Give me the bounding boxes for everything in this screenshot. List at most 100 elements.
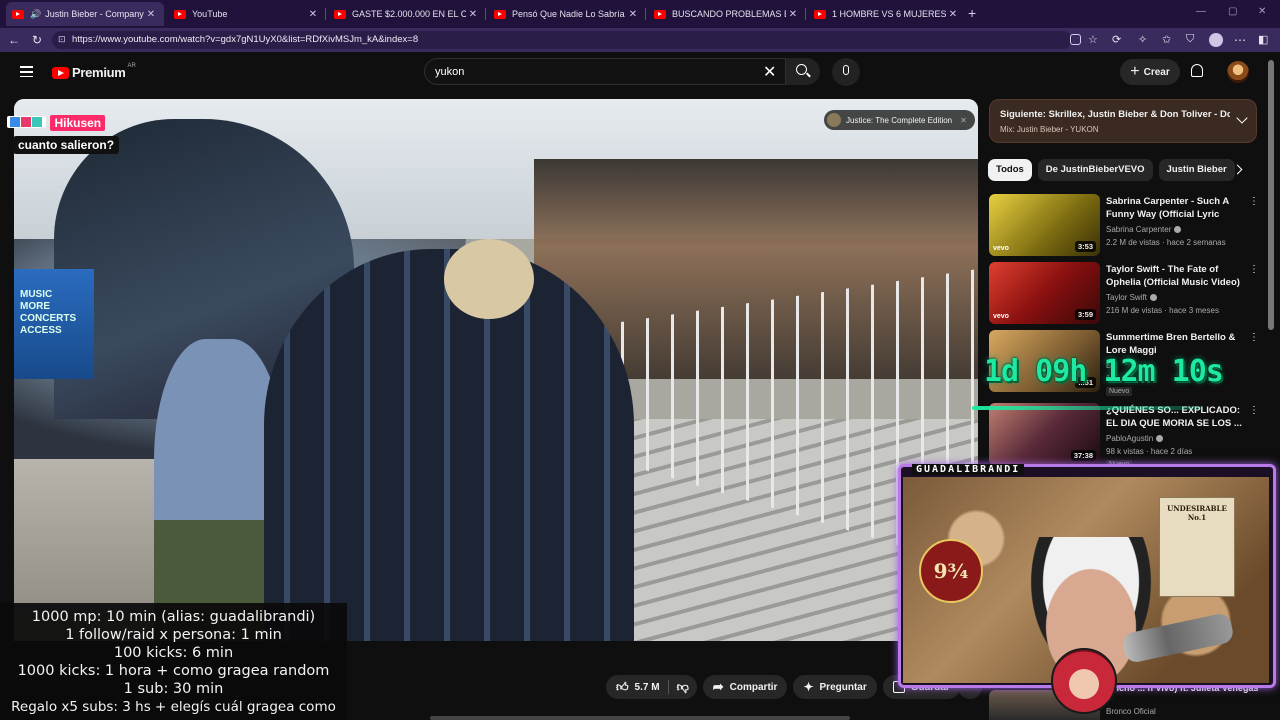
recommendation-item[interactable]: vevo 3:53 Sabrina Carpenter - Such A Fun… (989, 194, 1259, 258)
app-icon[interactable] (1070, 34, 1081, 45)
sparkle-icon: ✦ (803, 680, 814, 694)
rule-line: 100 kicks: 6 min (113, 645, 234, 661)
close-tab-icon[interactable]: ✕ (466, 9, 480, 20)
favorites-icon[interactable]: ✩ (1162, 33, 1171, 46)
shield-icon[interactable]: ⛉ (1186, 33, 1194, 46)
create-label: Crear (1143, 66, 1170, 78)
clear-search-icon[interactable]: ✕ (763, 62, 776, 82)
close-tab-icon[interactable]: ✕ (306, 9, 320, 20)
ask-label: Preguntar (819, 681, 867, 693)
close-tab-icon[interactable]: ✕ (946, 9, 960, 20)
verified-icon (1149, 294, 1157, 302)
more-options-icon[interactable]: ⋮ (1249, 264, 1259, 275)
badge-icon (10, 117, 20, 127)
stream-chat-overlay: Hikusen cuanto salieron? (7, 114, 120, 154)
chat-badges (7, 116, 46, 128)
chevron-down-icon[interactable] (1236, 112, 1248, 124)
more-options-icon[interactable]: ⋮ (1249, 405, 1259, 416)
minimize-icon[interactable]: — (1196, 6, 1206, 17)
ask-button[interactable]: ✦ Preguntar (793, 675, 877, 699)
sidebar-scrollbar[interactable] (1268, 60, 1274, 330)
channel-name[interactable]: PabloAgustin (1106, 434, 1164, 443)
album-chip[interactable]: Justice: The Complete Edition ✕ (824, 110, 975, 130)
browser-tab-1[interactable]: YouTube ✕ (168, 2, 326, 26)
close-chip-icon[interactable]: ✕ (960, 116, 967, 125)
close-window-icon[interactable]: ✕ (1258, 6, 1266, 17)
like-count[interactable]: 5.7 M (635, 682, 660, 693)
search-box[interactable]: yukon ✕ (424, 58, 786, 85)
more-options-icon[interactable]: ⋮ (1249, 196, 1259, 207)
recommendation-item[interactable]: 37:38 ¿QUIÉNES SO... EXPLICADO: EL DIA Q… (989, 403, 1259, 469)
create-button[interactable]: + Crear (1120, 59, 1180, 85)
video-thumbnail[interactable]: 37:38 (989, 403, 1100, 465)
country-code: AR (127, 62, 136, 69)
like-dislike-group: 👍︎ 5.7 M 👎︎ (606, 675, 697, 699)
url-text: https://www.youtube.com/watch?v=gdx7gN1U… (72, 34, 419, 45)
video-title[interactable]: Sabrina Carpenter - Such A Funny Way (Of… (1106, 195, 1242, 221)
recommendation-item[interactable]: vevo 3:59 Taylor Swift - The Fate of Oph… (989, 262, 1259, 326)
youtube-favicon-icon (174, 9, 186, 19)
channel-name[interactable]: Taylor Swift (1106, 293, 1157, 302)
video-thumbnail[interactable]: vevo 3:53 (989, 194, 1100, 256)
search-input[interactable]: yukon (435, 66, 464, 78)
rule-line: 1 sub: 30 min (123, 681, 224, 697)
channel-name[interactable]: Bronco Oficial (1106, 707, 1156, 716)
extensions-icon[interactable]: ✧ (1138, 33, 1147, 46)
thumbs-up-icon[interactable]: 👍︎ (616, 680, 629, 695)
address-bar[interactable]: ⊡ https://www.youtube.com/watch?v=gdx7gN… (52, 31, 1072, 49)
hamburger-menu-icon[interactable] (20, 66, 33, 78)
reload-icon[interactable]: ↻ (32, 33, 42, 47)
browser-tab-5[interactable]: 1 HOMBRE VS 6 MUJERES - YouTu ✕ (808, 2, 966, 26)
video-player[interactable]: MUSIC MORE CONCERTS ACCESS (14, 99, 978, 641)
more-options-icon[interactable]: ⋮ (1249, 332, 1259, 343)
favorite-star-icon[interactable]: ☆ (1088, 33, 1098, 46)
site-info-icon[interactable]: ⊡ (58, 34, 66, 45)
profile-avatar[interactable] (1209, 33, 1223, 47)
video-thumbnail[interactable]: vevo 3:59 (989, 262, 1100, 324)
youtube-favicon-icon (12, 9, 24, 19)
share-button[interactable]: ➦ Compartir (702, 675, 788, 699)
youtube-premium-logo[interactable]: Premium AR (52, 62, 136, 80)
tab-title: YouTube (192, 9, 228, 19)
tab-title: BUSCANDO PROBLEMAS EN WAR (672, 9, 786, 19)
browser-tab-3[interactable]: Pensó Que Nadie Lo Sabría y La E ✕ (488, 2, 646, 26)
youtube-header: Premium AR yukon ✕ + Crear (0, 52, 1280, 94)
rule-line: Regalo x5 subs: 3 hs + elegís cuál grage… (11, 699, 336, 715)
video-title[interactable]: Taylor Swift - The Fate of Ophelia (Offi… (1106, 263, 1242, 289)
close-tab-icon[interactable]: ✕ (144, 9, 158, 20)
platform-sign: 9¾ (919, 539, 983, 603)
channel-name[interactable]: Sabrina Carpenter (1106, 225, 1182, 234)
chat-username: Hikusen (50, 115, 106, 131)
back-icon[interactable]: ← (8, 33, 20, 47)
thumbs-down-icon[interactable]: 👎︎ (677, 680, 689, 695)
refresh-extension-icon[interactable]: ⟳ (1112, 33, 1121, 46)
maximize-icon[interactable]: ▢ (1228, 6, 1237, 17)
youtube-favicon-icon (814, 9, 826, 19)
streamer-name-label: GUADALIBRANDI (912, 464, 1025, 475)
vevo-logo: vevo (993, 313, 1009, 320)
new-tab-icon[interactable]: + (968, 5, 976, 21)
account-avatar[interactable] (1227, 61, 1249, 83)
sidebar-toggle-icon[interactable]: ◧ (1258, 33, 1268, 46)
browser-tab-4[interactable]: BUSCANDO PROBLEMAS EN WAR ✕ (648, 2, 806, 26)
tab-title: Justin Bieber - Company - You (45, 9, 144, 19)
chip-all[interactable]: Todos (988, 159, 1032, 181)
chip-justin-bieber[interactable]: Justin Bieber (1158, 159, 1235, 181)
horizontal-scrollbar[interactable] (430, 716, 850, 720)
logo-text: Premium (72, 65, 126, 80)
more-menu-icon[interactable]: ⋯ (1234, 33, 1246, 47)
browser-tab-0[interactable]: 🔊 Justin Bieber - Company - You ✕ (6, 2, 164, 26)
notifications-bell-icon[interactable] (1191, 64, 1203, 77)
rule-line: 1000 mp: 10 min (alias: guadalibrandi) (31, 609, 316, 625)
verified-icon (1156, 435, 1164, 443)
chip-from-vevo[interactable]: De JustinBieberVEVO (1037, 159, 1153, 181)
browser-tab-bar: 🔊 Justin Bieber - Company - You ✕ YouTub… (0, 0, 1280, 28)
close-tab-icon[interactable]: ✕ (786, 9, 800, 20)
share-icon: ➦ (712, 679, 724, 694)
search-button[interactable] (786, 58, 820, 85)
close-tab-icon[interactable]: ✕ (626, 9, 640, 20)
browser-tab-2[interactable]: GASTE $2.000.000 EN EL COTO - Y ✕ (328, 2, 486, 26)
up-next-box[interactable]: Siguiente: Skrillex, Justin Bieber & Don… (989, 99, 1257, 143)
voice-search-button[interactable] (832, 58, 860, 86)
audio-playing-icon[interactable]: 🔊 (30, 9, 41, 20)
